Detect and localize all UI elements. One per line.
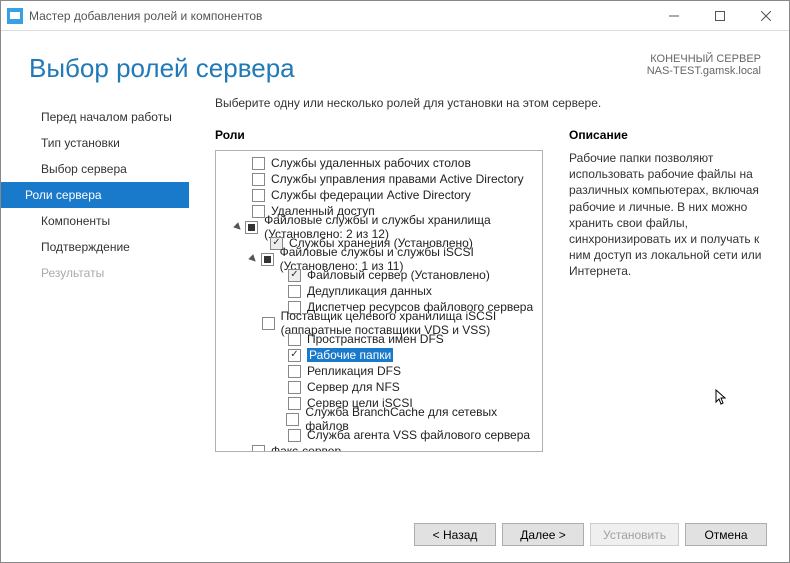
wizard-nav: Перед началом работыТип установкиВыбор с… [1,96,191,492]
role-checkbox[interactable] [252,445,265,452]
role-checkbox[interactable] [288,349,301,362]
role-checkbox[interactable] [288,365,301,378]
role-checkbox[interactable] [252,173,265,186]
role-checkbox[interactable] [252,205,265,218]
cancel-button[interactable]: Отмена [685,523,767,546]
nav-item[interactable]: Тип установки [1,130,191,156]
header: Выбор ролей сервера КОНЕЧНЫЙ СЕРВЕР NAS-… [1,31,789,92]
role-item[interactable]: Факс-сервер [216,443,542,451]
expander-open-icon[interactable] [246,251,261,266]
role-checkbox[interactable] [245,221,258,234]
expander-placeholder [274,269,286,281]
instruction-text: Выберите одну или несколько ролей для ус… [215,96,765,110]
role-label[interactable]: Служба агента VSS файлового сервера [307,428,530,442]
role-checkbox[interactable] [288,429,301,442]
back-button[interactable]: < Назад [414,523,496,546]
expander-placeholder [238,205,250,217]
role-checkbox[interactable] [286,413,299,426]
expander-placeholder [274,429,286,441]
expander-placeholder [238,173,250,185]
role-label[interactable]: Дедупликация данных [307,284,432,298]
expander-placeholder [274,285,286,297]
expander-placeholder [273,413,285,425]
role-item[interactable]: Сервер для NFS [216,379,542,395]
role-checkbox[interactable] [288,381,301,394]
dest-value: NAS-TEST.gamsk.local [647,65,761,77]
titlebar: Мастер добавления ролей и компонентов [1,1,789,31]
role-checkbox[interactable] [262,317,275,330]
description-text: Рабочие папки позволяют использовать раб… [569,150,765,280]
wizard-icon [7,8,23,24]
expander-placeholder [274,349,286,361]
role-label[interactable]: Службы управления правами Active Directo… [271,172,524,186]
role-item[interactable]: Рабочие папки [216,347,542,363]
role-item[interactable]: Службы управления правами Active Directo… [216,171,542,187]
role-label[interactable]: Репликация DFS [307,364,401,378]
maximize-button[interactable] [697,1,743,31]
role-checkbox[interactable] [252,189,265,202]
nav-item[interactable]: Компоненты [1,208,191,234]
role-item[interactable]: Дедупликация данных [216,283,542,299]
next-button[interactable]: Далее > [502,523,584,546]
expander-placeholder [238,189,250,201]
mouse-cursor-icon [715,389,729,407]
role-label[interactable]: Факс-сервер [271,444,341,451]
page-title: Выбор ролей сервера [29,53,295,84]
expander-placeholder [274,333,286,345]
window-title: Мастер добавления ролей и компонентов [29,9,651,23]
role-label[interactable]: Службы федерации Active Directory [271,188,471,202]
role-checkbox[interactable] [261,253,274,266]
description-heading: Описание [569,128,765,142]
install-button: Установить [590,523,679,546]
role-label[interactable]: Рабочие папки [307,348,393,362]
roles-heading: Роли [215,128,543,142]
role-item[interactable]: Службы федерации Active Directory [216,187,542,203]
role-item[interactable]: Файловые службы и службы iSCSI (Установл… [216,251,542,267]
minimize-button[interactable] [651,1,697,31]
role-item[interactable]: Репликация DFS [216,363,542,379]
roles-listbox[interactable]: Службы удаленных рабочих столов Службы уп… [215,150,543,452]
role-checkbox[interactable] [288,285,301,298]
nav-item[interactable]: Выбор сервера [1,156,191,182]
role-checkbox [288,269,301,282]
nav-item[interactable]: Подтверждение [1,234,191,260]
nav-item[interactable]: Перед началом работы [1,104,191,130]
role-item[interactable]: Поставщик целевого хранилища iSCSI (аппа… [216,315,542,331]
role-label[interactable]: Сервер для NFS [307,380,400,394]
role-checkbox[interactable] [288,397,301,410]
expander-placeholder [274,365,286,377]
nav-item: Результаты [1,260,191,286]
expander-placeholder [238,445,250,451]
role-label[interactable]: Пространства имен DFS [307,332,444,346]
role-label[interactable]: Службы удаленных рабочих столов [271,156,471,170]
wizard-buttons: < Назад Далее > Установить Отмена [414,523,767,546]
role-item[interactable]: Служба BranchCache для сетевых файлов [216,411,542,427]
expander-placeholder [252,317,259,329]
nav-item[interactable]: Роли сервера [1,182,189,208]
role-item[interactable]: Файловые службы и службы хранилища (Уста… [216,219,542,235]
role-item[interactable]: Службы удаленных рабочих столов [216,155,542,171]
close-button[interactable] [743,1,789,31]
role-item[interactable]: Служба агента VSS файлового сервера [216,427,542,443]
role-label[interactable]: Файловый сервер (Установлено) [307,268,490,282]
expander-placeholder [274,381,286,393]
dest-label: КОНЕЧНЫЙ СЕРВЕР [647,53,761,65]
role-checkbox[interactable] [252,157,265,170]
expander-open-icon[interactable] [231,219,246,234]
destination-server: КОНЕЧНЫЙ СЕРВЕР NAS-TEST.gamsk.local [647,53,761,77]
expander-placeholder [238,157,250,169]
expander-placeholder [256,237,268,249]
role-checkbox[interactable] [288,333,301,346]
expander-placeholder [274,397,286,409]
